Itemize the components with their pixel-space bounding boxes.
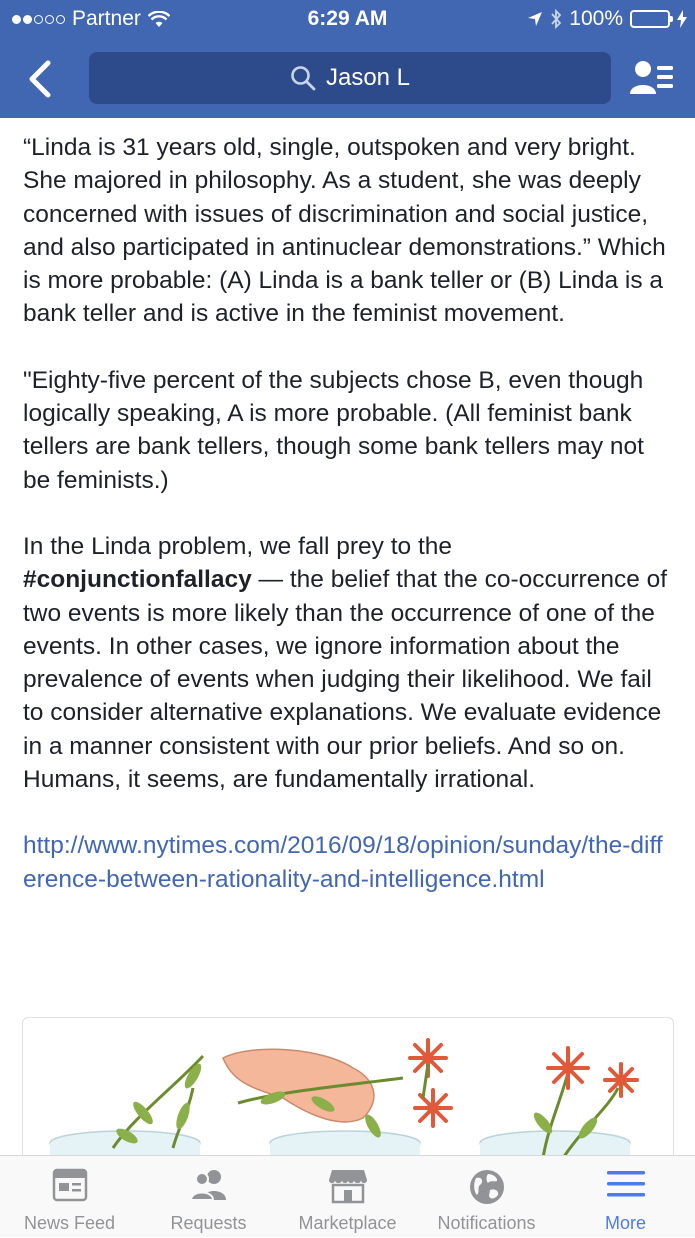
search-icon	[291, 66, 316, 91]
battery-icon	[630, 10, 673, 28]
tab-label: Marketplace	[298, 1213, 397, 1233]
charging-bolt-icon	[677, 10, 687, 28]
friends-list-icon	[630, 61, 673, 94]
friend-requests-button[interactable]	[629, 58, 675, 98]
menu-icon	[606, 1171, 645, 1197]
flower-illustration	[49, 1038, 639, 1178]
paragraph-text: In the Linda problem, we fall prey to th…	[23, 532, 453, 560]
tab-marketplace[interactable]: Marketplace	[278, 1156, 417, 1238]
article-link[interactable]: http://www.nytimes.com/2016/09/18/opinio…	[23, 832, 663, 892]
tab-requests[interactable]: Requests	[139, 1156, 278, 1238]
post-link-paragraph: http://www.nytimes.com/2016/09/18/opinio…	[23, 829, 673, 896]
tab-news-feed[interactable]: News Feed	[0, 1156, 139, 1238]
search-query-text: Jason L	[325, 64, 411, 91]
tab-label: More	[604, 1213, 646, 1233]
back-button[interactable]	[22, 58, 62, 100]
location-arrow-icon	[528, 12, 543, 26]
marketplace-icon	[328, 1170, 367, 1204]
post-paragraph: In the Linda problem, we fall prey to th…	[23, 530, 673, 796]
status-right-group: 100%	[527, 7, 687, 31]
bluetooth-icon	[551, 9, 562, 29]
tab-notifications[interactable]: Notifications	[417, 1156, 556, 1238]
chevron-left-icon	[29, 60, 51, 98]
globe-icon	[469, 1170, 504, 1204]
post-paragraph: “Linda is 31 years old, single, outspoke…	[23, 134, 666, 328]
bottom-tab-bar: News Feed Requests Marketplace Notificat…	[0, 1155, 695, 1237]
top-bar: Partner 6:29 AM 100% Jason L	[0, 0, 695, 118]
search-bar[interactable]: Jason L	[89, 52, 611, 104]
navigation-bar: Jason L	[0, 38, 695, 118]
status-bar: Partner 6:29 AM 100%	[0, 0, 695, 38]
tab-label: Notifications	[437, 1213, 536, 1233]
requests-icon	[189, 1170, 226, 1201]
post-paragraph: "Eighty-five percent of the subjects cho…	[23, 366, 644, 494]
battery-percent: 100%	[569, 7, 623, 30]
paragraph-text: — the belief that the co-occurrence of t…	[23, 566, 668, 794]
tab-more[interactable]: More	[556, 1156, 695, 1238]
tab-label: News Feed	[23, 1213, 116, 1233]
hashtag-link[interactable]: #conjunctionfallacy	[23, 566, 252, 593]
post-content: “Linda is 31 years old, single, outspoke…	[23, 131, 673, 929]
news-feed-icon	[52, 1168, 87, 1202]
tab-label: Requests	[170, 1213, 247, 1233]
